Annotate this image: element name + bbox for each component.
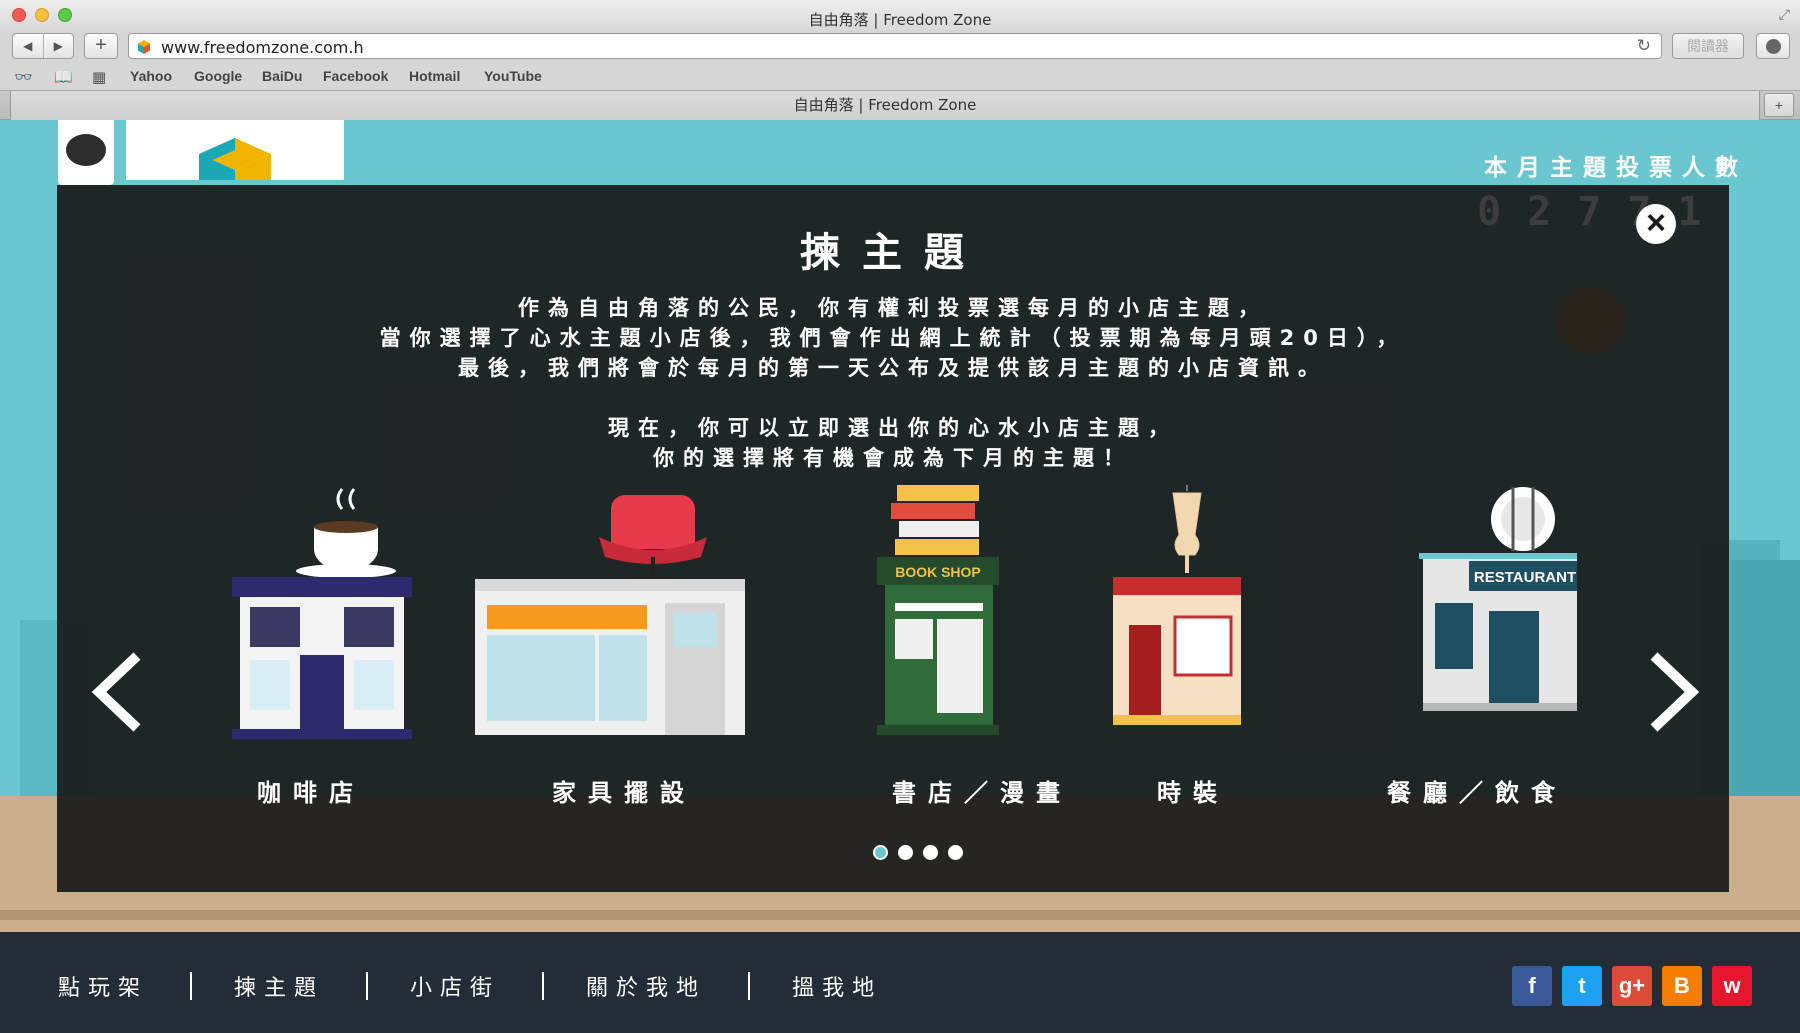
pagination-dot-3[interactable]	[923, 845, 938, 860]
carousel-prev-button[interactable]	[85, 650, 149, 734]
shop-label-fashion[interactable]: 時裝	[1157, 773, 1229, 808]
pagination-dot-2[interactable]	[898, 845, 913, 860]
footer-divider	[366, 972, 369, 1000]
weibo-icon[interactable]: w	[1712, 966, 1752, 1006]
footer-nav: 點玩架 揀主題 小店街 關於我地 搵我地	[58, 970, 882, 1002]
window-titlebar: 自由角落 | Freedom Zone ⤢	[0, 0, 1800, 30]
twitter-icon[interactable]: t	[1562, 966, 1602, 1006]
site-footer: 點玩架 揀主題 小店街 關於我地 搵我地 f t g+ B w	[0, 932, 1800, 1033]
page-viewport: 本月主題投票人數 02771 揀主題 × 作為自由角落的公民，你有權利投票選每月…	[0, 120, 1800, 1033]
tab-active[interactable]: 自由角落 | Freedom Zone	[10, 91, 1760, 120]
bookmark-google[interactable]: Google	[194, 68, 242, 84]
tab-bar: 自由角落 | Freedom Zone +	[0, 90, 1800, 120]
freedom-zone-cube-icon	[199, 138, 271, 180]
chevron-left-icon	[91, 652, 141, 732]
reader-button[interactable]: 閱讀器	[1672, 33, 1744, 59]
shop-option-bookshop[interactable]: BOOK SHOP	[837, 485, 1097, 745]
carousel-next-button[interactable]	[1642, 650, 1706, 734]
pagination-dot-1[interactable]	[873, 845, 888, 860]
fullscreen-icon[interactable]: ⤢	[1779, 6, 1790, 23]
footer-link-shop-street[interactable]: 小店街	[410, 970, 500, 1002]
reload-icon[interactable]: ↻	[1637, 36, 1651, 56]
bookmarks-bar: 👓 📖 ▦ Yahoo Google BaiDu Facebook Hotmai…	[0, 62, 1800, 90]
bookmark-yahoo[interactable]: Yahoo	[130, 68, 172, 84]
intro-line: 現在，你可以立即選出你的心水小店主題，	[608, 416, 1178, 440]
footer-divider	[748, 972, 751, 1000]
footer-divider	[542, 972, 545, 1000]
bookmark-facebook[interactable]: Facebook	[323, 68, 388, 84]
window-title: 自由角落 | Freedom Zone	[808, 11, 992, 29]
site-emblem-logo[interactable]	[58, 120, 114, 185]
url-text[interactable]: www.freedomzone.com.h	[161, 38, 364, 57]
footer-link-about[interactable]: 關於我地	[586, 970, 706, 1002]
shop-option-coffee[interactable]	[222, 485, 482, 745]
address-bar[interactable]: www.freedomzone.com.h ↻	[128, 33, 1662, 59]
shop-option-restaurant[interactable]: RESTAURANT	[1357, 485, 1617, 745]
back-button[interactable]: ◀	[13, 34, 44, 58]
intro-line: 作為自由角落的公民，你有權利投票選每月的小店主題，	[518, 296, 1268, 320]
intro-line: 你的選擇將有機會成為下月的主題！	[653, 446, 1133, 470]
bookmarks-book-icon[interactable]: 📖	[54, 68, 73, 86]
downloads-button[interactable]	[1756, 33, 1790, 59]
footer-link-pick-theme[interactable]: 揀主題	[234, 970, 324, 1002]
bookshop-sign: BOOK SHOP	[895, 564, 981, 580]
footer-link-play[interactable]: 點玩架	[58, 970, 148, 1002]
furniture-shop-illustration	[475, 495, 745, 735]
chevron-right-icon	[1650, 652, 1700, 732]
browser-toolbar: ◀ ▶ + www.freedomzone.com.h ↻ 閱讀器	[0, 30, 1800, 62]
bookmark-hotmail[interactable]: Hotmail	[409, 68, 460, 84]
google-plus-icon[interactable]: g+	[1612, 966, 1652, 1006]
close-icon[interactable]: ×	[1636, 204, 1676, 244]
restaurant-illustration: RESTAURANT	[1419, 487, 1577, 711]
star-badge-icon	[66, 134, 106, 166]
pagination-dot-4[interactable]	[948, 845, 963, 860]
footer-divider	[190, 972, 193, 1000]
bookmark-baidu[interactable]: BaiDu	[262, 68, 302, 84]
theme-vote-modal: 02771 揀主題 × 作為自由角落的公民，你有權利投票選每月的小店主題， 當你…	[57, 185, 1729, 892]
forward-button[interactable]: ▶	[44, 34, 74, 58]
vote-counter-label: 本月主題投票人數	[1484, 155, 1748, 181]
bookshop-illustration: BOOK SHOP	[877, 485, 999, 735]
download-icon	[1766, 39, 1781, 54]
add-bookmark-button[interactable]: +	[84, 33, 118, 59]
brand-logo[interactable]	[126, 120, 344, 180]
history-nav: ◀ ▶	[12, 33, 74, 59]
shop-label-restaurant[interactable]: 餐廳／飲食	[1387, 773, 1567, 808]
restaurant-sign: RESTAURANT	[1474, 569, 1576, 586]
shop-label-furniture[interactable]: 家具擺設	[552, 773, 696, 808]
new-tab-button[interactable]: +	[1764, 93, 1794, 117]
shop-label-bookshop[interactable]: 書店／漫畫	[892, 773, 1072, 808]
modal-title: 揀主題	[800, 230, 986, 276]
top-sites-grid-icon[interactable]: ▦	[92, 68, 106, 86]
modal-intro: 作為自由角落的公民，你有權利投票選每月的小店主題， 當你選擇了心水主題小店後，我…	[57, 293, 1729, 473]
coffee-shop-illustration	[232, 488, 412, 739]
footer-link-contact[interactable]: 搵我地	[792, 970, 882, 1002]
carousel-pagination	[873, 845, 963, 860]
fashion-shop-illustration	[1113, 485, 1241, 725]
facebook-icon[interactable]: f	[1512, 966, 1552, 1006]
reading-list-icon[interactable]: 👓	[14, 68, 33, 86]
shop-option-fashion[interactable]	[1109, 485, 1369, 745]
road-strip	[0, 910, 1800, 920]
intro-line: 當你選擇了心水主題小店後，我們會作出網上統計（投票期為每月頭20日），	[379, 326, 1407, 350]
bookmark-youtube[interactable]: YouTube	[484, 68, 542, 84]
site-favicon-icon	[138, 40, 150, 54]
intro-line: 最後，我們將會於每月的第一天公布及提供該月主題的小店資訊。	[458, 356, 1328, 380]
shop-label-coffee[interactable]: 咖啡店	[257, 773, 365, 808]
blogger-icon[interactable]: B	[1662, 966, 1702, 1006]
shop-option-furniture[interactable]	[475, 485, 745, 745]
